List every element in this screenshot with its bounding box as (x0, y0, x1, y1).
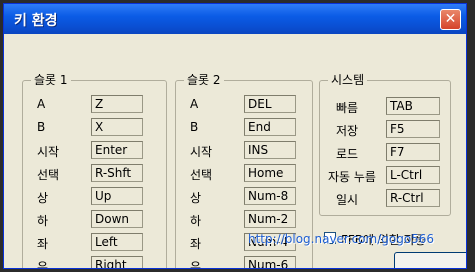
slot1-label-start: 시작 (37, 145, 60, 159)
slot2-label-start: 시작 (190, 145, 213, 159)
system-fast-field[interactable]: TAB (386, 97, 440, 115)
slot2-label-right: 우 (190, 260, 202, 269)
system-autofire-field[interactable]: L-Ctrl (386, 166, 440, 184)
dialog-button[interactable] (394, 252, 466, 268)
slot2-label-b: B (190, 120, 199, 134)
slot1-label-down: 하 (37, 214, 49, 228)
close-button[interactable]: ✕ (440, 9, 461, 30)
slot2-label-up: 상 (190, 191, 202, 205)
slot2-down-field[interactable]: Num-2 (244, 210, 296, 228)
slot1-b-field[interactable]: X (91, 118, 143, 136)
slot1-down-field[interactable]: Down (91, 210, 143, 228)
system-legend: 시스템 (328, 73, 368, 87)
system-pause-field[interactable]: R-Ctrl (386, 189, 440, 207)
slot1-legend: 슬롯 1 (31, 73, 71, 87)
slot1-group: 슬롯 1 A Z B X 시작 Enter 선택 R-Shft 상 Up 하 Down 좌 L… (22, 73, 167, 269)
key-config-dialog: 키 환경 ✕ 슬롯 1 A Z B X 시작 Enter 선택 R-Shft 상 Up 하… (3, 3, 467, 269)
slot1-up-field[interactable]: Up (91, 187, 143, 205)
slot2-up-field[interactable]: Num-8 (244, 187, 296, 205)
system-label-fast: 빠름 (336, 101, 359, 115)
slot1-right-field[interactable]: Right (91, 256, 143, 268)
close-icon: ✕ (444, 11, 457, 27)
slot1-label-left: 좌 (37, 237, 49, 251)
slot2-label-a: A (190, 97, 199, 111)
slot2-select-field[interactable]: Home (244, 164, 296, 182)
system-load-field[interactable]: F7 (386, 143, 440, 161)
window-title: 키 환경 (14, 13, 58, 29)
slot2-a-field[interactable]: DEL (244, 95, 296, 113)
slot1-start-field[interactable]: Enter (91, 141, 143, 159)
slot1-select-field[interactable]: R-Shft (91, 164, 143, 182)
slot1-label-b: B (37, 120, 46, 134)
system-label-pause: 일시 (336, 193, 359, 207)
slot2-label-left: 좌 (190, 237, 202, 251)
system-label-save: 저장 (336, 124, 359, 138)
slot1-label-select: 선택 (37, 168, 60, 182)
slot2-label-select: 선택 (190, 168, 213, 182)
slot2-b-field[interactable]: End (244, 118, 296, 136)
slot2-right-field[interactable]: Num-6 (244, 256, 296, 268)
slot2-legend: 슬롯 2 (184, 73, 224, 87)
system-group: 시스템 빠름 TAB 저장 F5 로드 F7 자동 누름 L-Ctrl 일시 R-Ctrl (319, 73, 451, 216)
system-label-load: 로드 (336, 147, 359, 161)
slot1-label-up: 상 (37, 191, 49, 205)
title-bar[interactable]: 키 환경 ✕ (4, 4, 466, 34)
system-label-autofire: 자동 누름 (328, 170, 376, 184)
system-save-field[interactable]: F5 (386, 120, 440, 138)
slot1-left-field[interactable]: Left (91, 233, 143, 251)
slot1-label-a: A (37, 97, 46, 111)
watermark-url: http://blog.naver.com/gogo566 (248, 232, 435, 246)
slot2-start-field[interactable]: INS (244, 141, 296, 159)
slot1-a-field[interactable]: Z (91, 95, 143, 113)
slot2-label-down: 하 (190, 214, 202, 228)
slot1-label-right: 우 (37, 260, 49, 269)
